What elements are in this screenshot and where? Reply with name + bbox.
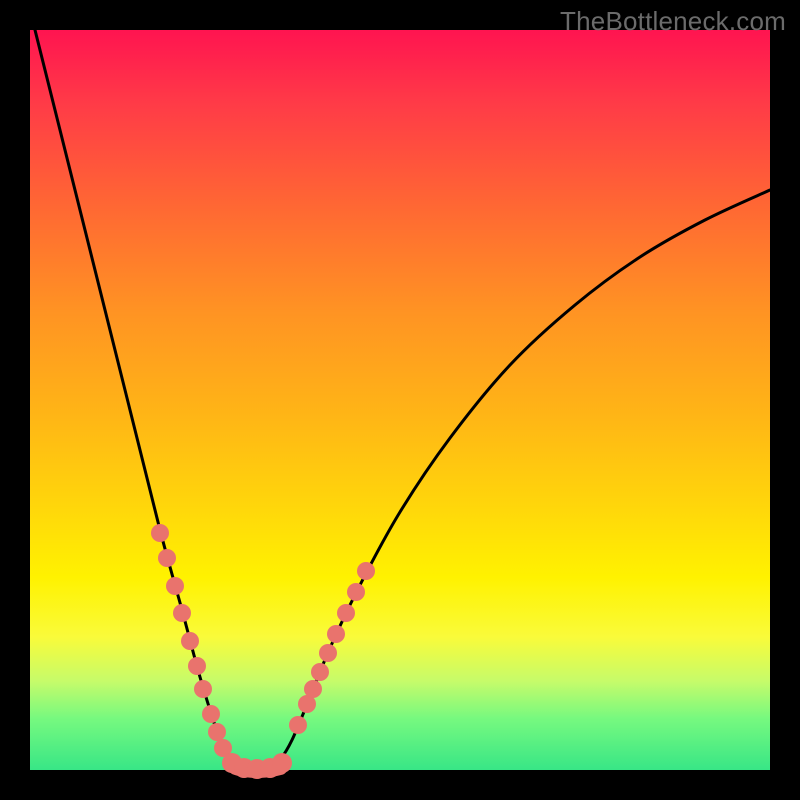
dot-layer [151, 524, 375, 779]
dot-right-extra-dot [289, 716, 307, 734]
curve-right-curve [270, 190, 770, 769]
dot-left-upper-dots [181, 632, 199, 650]
dot-left-lower-dots [208, 723, 226, 741]
dot-left-upper-dots [166, 577, 184, 595]
curve-layer [35, 30, 770, 770]
watermark-text: TheBottleneck.com [560, 6, 786, 37]
dot-left-upper-dots [188, 657, 206, 675]
dot-right-upper-dots [327, 625, 345, 643]
dot-bottom-dots [272, 753, 292, 773]
dot-left-upper-dots [151, 524, 169, 542]
dot-right-upper-dots [347, 583, 365, 601]
curve-left-curve [35, 30, 244, 769]
dot-left-lower-dots [202, 705, 220, 723]
dot-right-upper-dots [304, 680, 322, 698]
chart-plot-area [30, 30, 770, 770]
dot-right-upper-dots [311, 663, 329, 681]
dot-left-upper-dots [194, 680, 212, 698]
dot-left-upper-dots [158, 549, 176, 567]
chart-svg [30, 30, 770, 770]
dot-right-upper-dots [319, 644, 337, 662]
dot-right-upper-dots [337, 604, 355, 622]
dot-right-upper-dots [357, 562, 375, 580]
dot-left-upper-dots [173, 604, 191, 622]
